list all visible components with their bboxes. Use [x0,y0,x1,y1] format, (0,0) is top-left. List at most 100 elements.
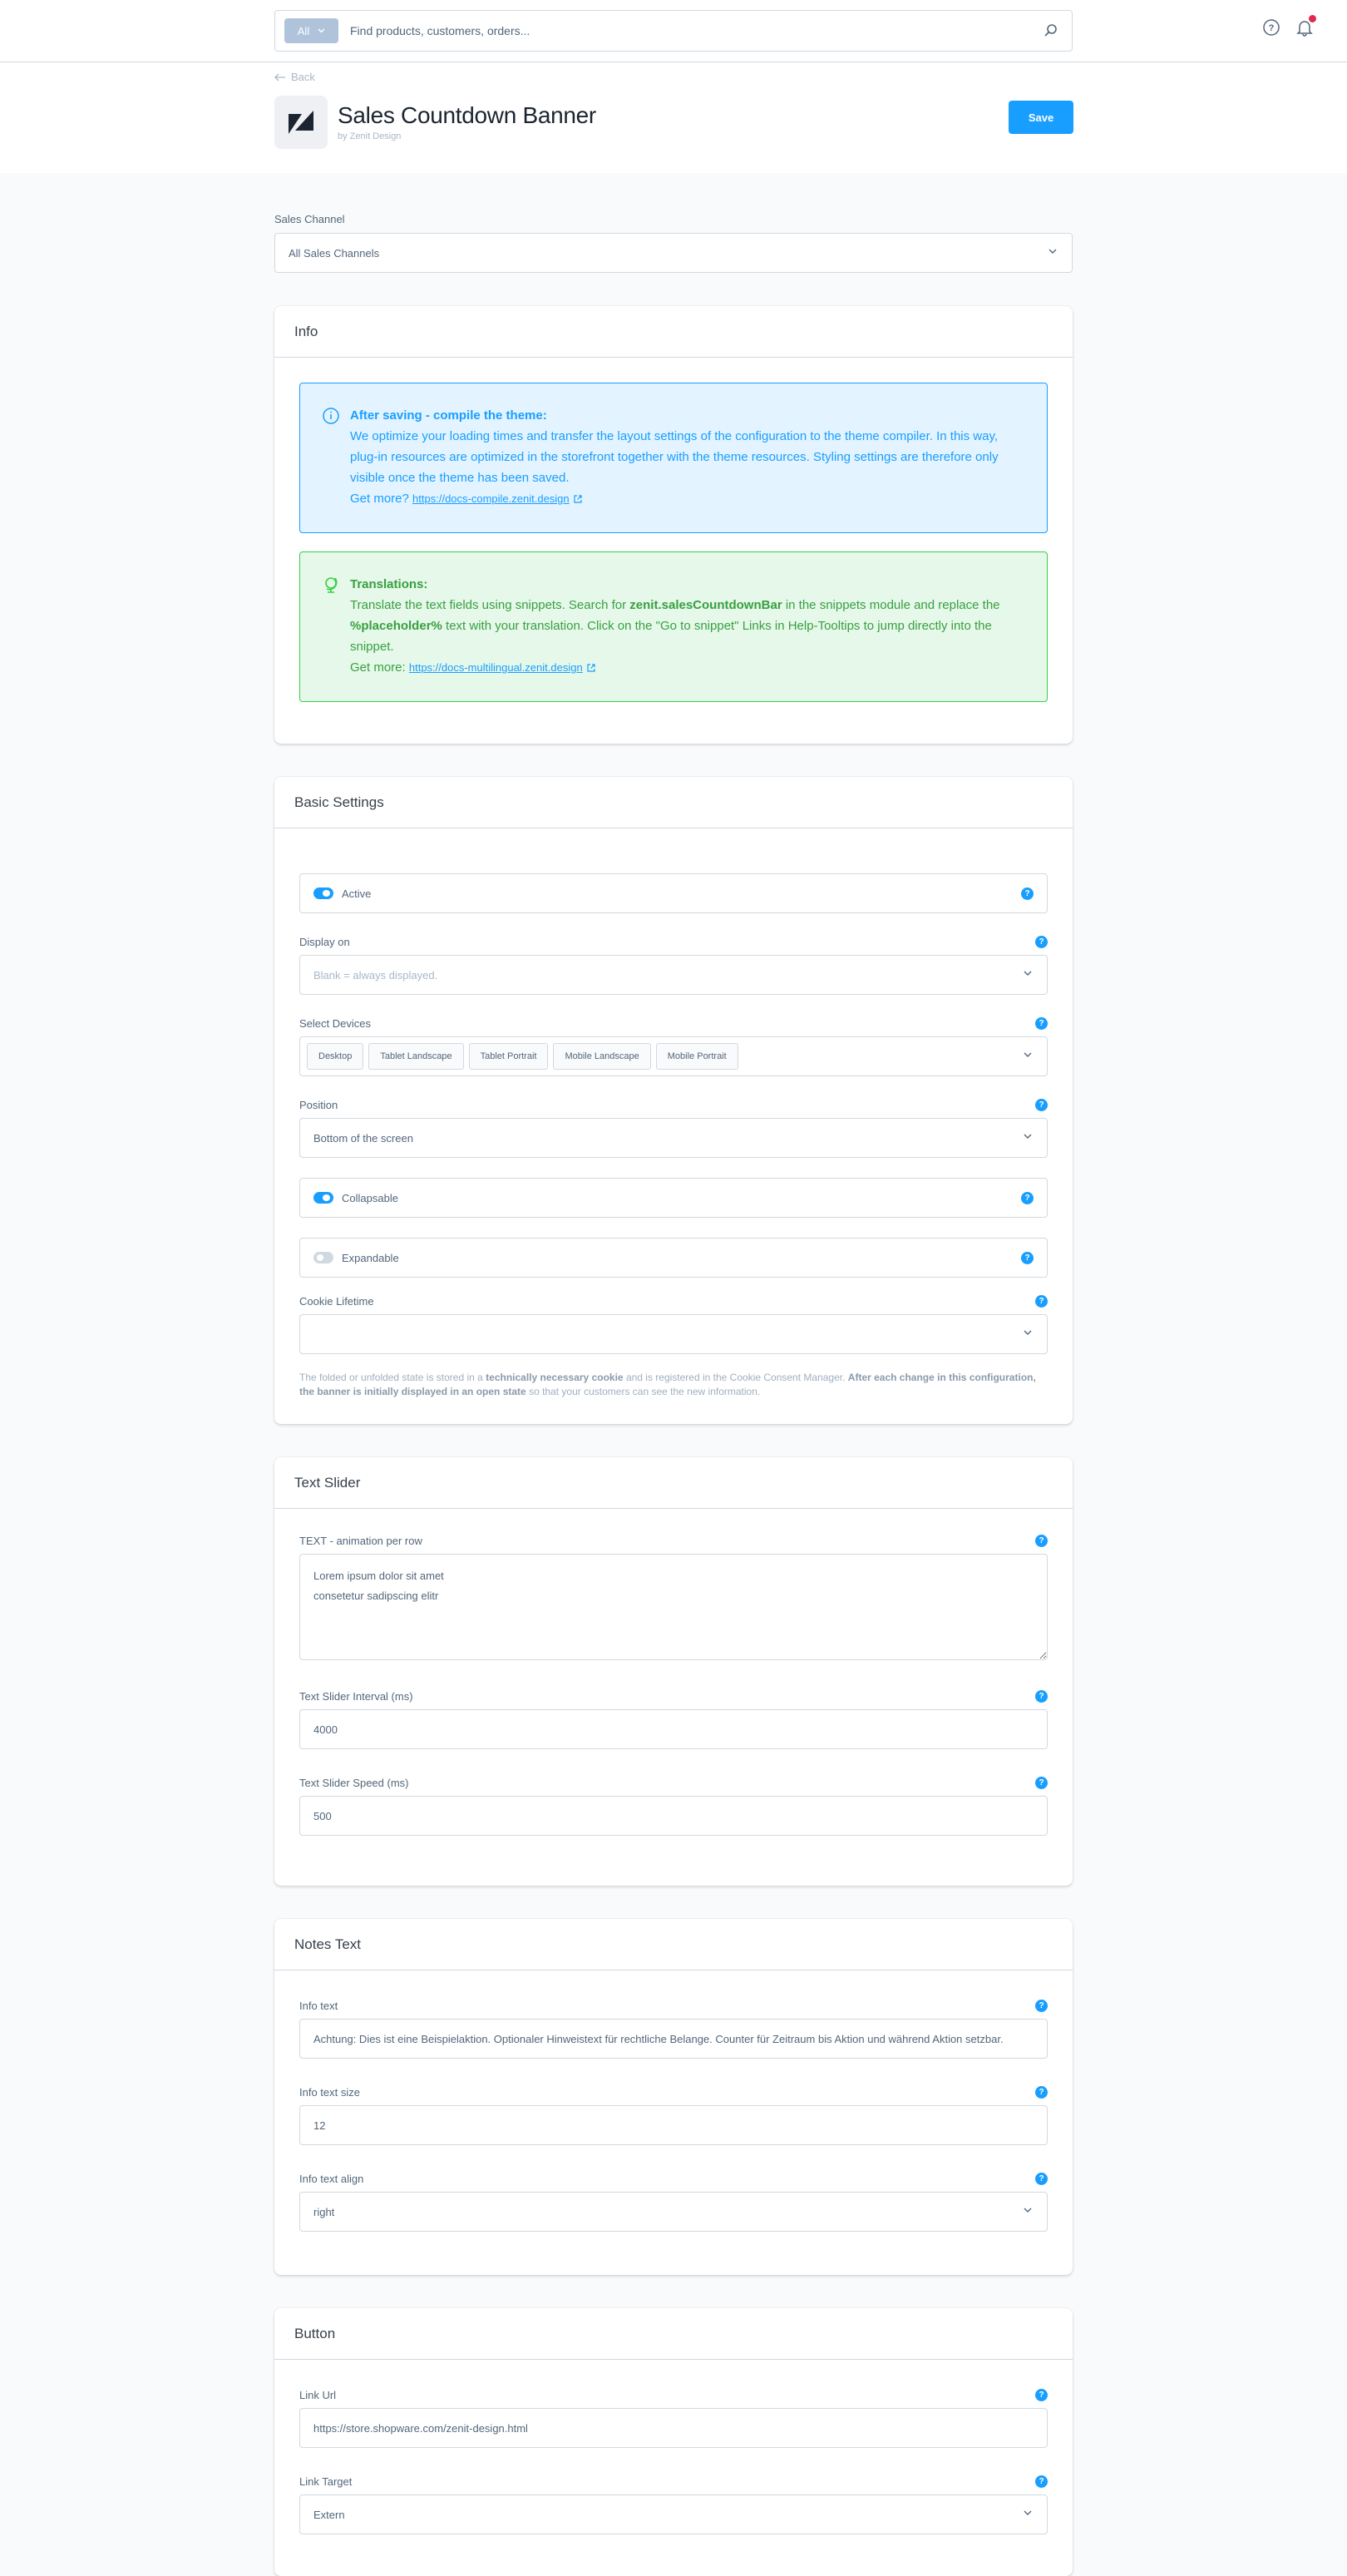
global-search: All [274,10,1073,52]
info-text-size-label: Info text size [299,2085,360,2099]
help-icon[interactable]: ? [1035,1294,1048,1308]
display-on-select[interactable]: Blank = always displayed. [299,955,1048,995]
note-bold: technically necessary cookie [486,1372,624,1383]
active-toggle[interactable] [313,888,333,899]
position-value: Bottom of the screen [313,1131,413,1145]
help-icon[interactable]: ? [1035,1999,1048,2012]
back-link[interactable]: Back [274,71,315,83]
help-icon[interactable]: ? [1035,2388,1048,2401]
chevron-down-icon [1024,1330,1032,1335]
card-title: Button [294,2325,336,2341]
notification-badge [1309,15,1316,22]
card-title: Notes Text [294,1936,362,1952]
sales-channel-value: All Sales Channels [289,246,380,260]
plugin-logo [274,96,328,149]
page-title: Sales Countdown Banner [338,102,596,128]
help-icon[interactable]: ? [1035,1776,1048,1789]
info-text-input[interactable] [299,2019,1048,2059]
top-bar: All ? [0,0,1347,62]
alert-heading: After saving - compile the theme: [350,408,547,423]
page-subtitle: by Zenit Design [338,131,402,141]
help-icon[interactable]: ? [1035,2172,1048,2185]
docs-multilingual-link[interactable]: https://docs-multilingual.zenit.design [409,661,583,674]
help-icon[interactable]: ? [1035,1534,1048,1547]
slider-speed-input[interactable] [299,1796,1048,1836]
content: Sales Channel All Sales Channels Info Af… [274,173,1073,2576]
expandable-label: Expandable [342,1251,399,1264]
link-target-select[interactable]: Extern [299,2494,1048,2534]
notes-text-card: Notes Text Info text? Info text size? In… [274,1919,1073,2275]
zenit-logo-icon [289,111,313,134]
card-title: Basic Settings [294,794,384,810]
back-label: Back [291,71,315,83]
card-title: Text Slider [294,1474,361,1491]
info-text-size-input[interactable] [299,2105,1048,2145]
chevron-down-icon [1024,2510,1032,2515]
button-card: Button Link Url? Link Target? Extern [274,2308,1073,2576]
slider-interval-label: Text Slider Interval (ms) [299,1689,413,1703]
globe-icon [325,577,338,593]
position-select[interactable]: Bottom of the screen [299,1118,1048,1158]
alert-body: Translate the text fields using snippets… [350,595,1022,657]
search-type-dropdown[interactable]: All [284,18,338,43]
search-input[interactable] [350,14,1044,47]
slider-text-textarea[interactable]: Lorem ipsum dolor sit amet consetetur sa… [299,1554,1048,1660]
device-tag-tablet-portrait[interactable]: Tablet Portrait [468,1043,549,1070]
device-tag-mobile-landscape[interactable]: Mobile Landscape [553,1043,651,1070]
link-url-input[interactable] [299,2408,1048,2448]
alert-text: text with your translation. Click on the… [350,619,992,654]
chevron-down-icon [1024,2208,1032,2213]
save-button[interactable]: Save [1009,101,1073,134]
device-tag-desktop[interactable]: Desktop [307,1043,364,1070]
search-type-label: All [297,24,310,37]
active-label: Active [342,887,372,900]
device-tag-tablet-landscape[interactable]: Tablet Landscape [368,1043,464,1070]
select-devices-label: Select Devices [299,1016,371,1030]
device-tag-mobile-portrait[interactable]: Mobile Portrait [655,1043,738,1070]
info-text-align-label: Info text align [299,2172,364,2185]
search-icon[interactable] [1044,23,1058,38]
page-header: Back Sales Countdown Banner by Zenit Des… [0,62,1347,173]
docs-compile-link[interactable]: https://docs-compile.zenit.design [412,492,570,505]
chevron-down-icon [1024,1052,1032,1057]
alert-text: in the snippets module and replace the [785,598,1000,612]
get-more-label: Get more? [350,492,409,506]
help-icon[interactable]: ? [1035,935,1048,948]
text-slider-card: Text Slider TEXT - animation per row? Lo… [274,1457,1073,1886]
snippet-key: zenit.salesCountdownBar [629,598,782,612]
help-icon[interactable]: ? [1021,887,1034,900]
devices-multiselect[interactable]: Desktop Tablet Landscape Tablet Portrait… [299,1036,1048,1076]
slider-speed-label: Text Slider Speed (ms) [299,1776,409,1789]
slider-interval-input[interactable] [299,1709,1048,1749]
cookie-lifetime-select[interactable] [299,1314,1048,1354]
help-icon[interactable]: ? [1035,1016,1048,1030]
help-icon[interactable]: ? [1035,1689,1048,1703]
chevron-down-icon [1024,1134,1032,1139]
note-text: and is registered in the Cookie Consent … [625,1372,846,1383]
expandable-toggle[interactable] [313,1252,333,1263]
compile-alert: After saving - compile the theme: We opt… [299,383,1048,533]
help-icon[interactable]: ? [1035,2475,1048,2488]
info-text-align-select[interactable]: right [299,2192,1048,2232]
sales-channel-select[interactable]: All Sales Channels [274,233,1073,273]
cookie-note: The folded or unfolded state is stored i… [299,1371,1048,1399]
collapsable-toggle[interactable] [313,1192,333,1204]
chevron-down-icon [1024,971,1032,976]
notifications-button[interactable] [1295,15,1316,37]
info-icon [323,408,339,424]
get-more-label: Get more: [350,660,406,675]
alert-body: We optimize your loading times and trans… [350,429,999,485]
svg-text:?: ? [1269,23,1275,33]
help-icon[interactable]: ? [1021,1251,1034,1264]
info-text-align-value: right [313,2205,335,2218]
external-link-icon [587,664,595,672]
help-icon[interactable]: ? [1035,1098,1048,1111]
slider-text-label: TEXT - animation per row [299,1534,422,1547]
basic-settings-card: Basic Settings Active ? Display on? Blan… [274,777,1073,1424]
help-icon[interactable]: ? [1035,2085,1048,2099]
help-icon[interactable]: ? [1021,1191,1034,1204]
arrow-left-icon [274,73,285,81]
help-circle-icon[interactable]: ? [1262,18,1280,37]
cookie-lifetime-label: Cookie Lifetime [299,1294,374,1308]
note-text: The folded or unfolded state is stored i… [299,1372,483,1383]
